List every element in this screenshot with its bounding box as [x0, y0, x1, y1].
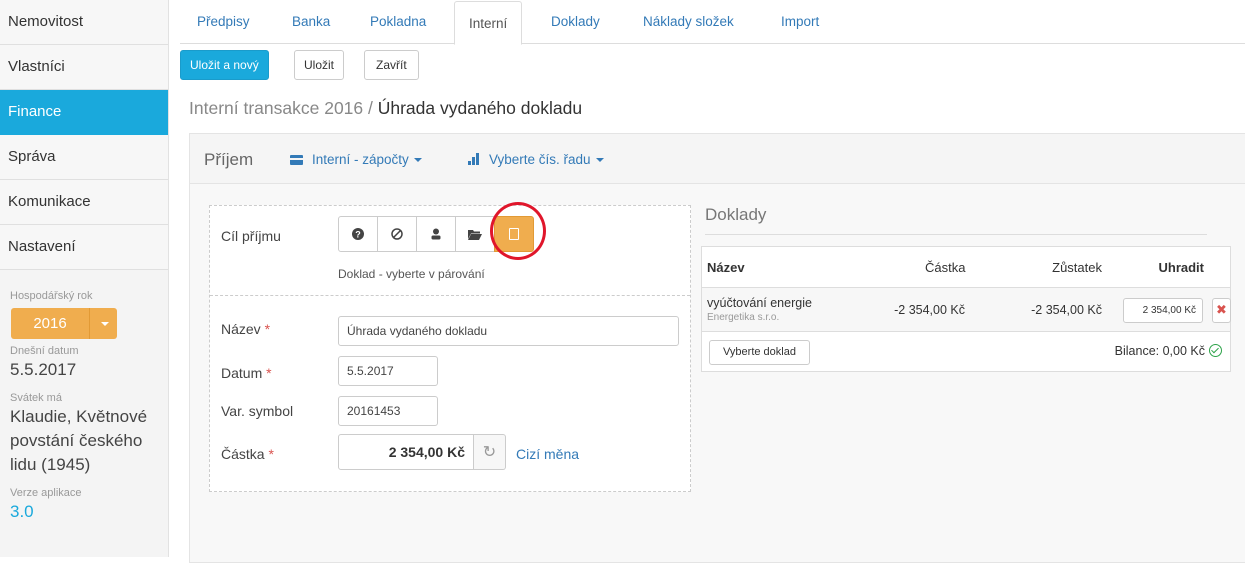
pay-amount-input[interactable]: 2 354,00 Kč	[1123, 298, 1203, 323]
tab-bar: Předpisy Banka Pokladna Interní Doklady …	[180, 0, 1245, 45]
tab-interni[interactable]: Interní	[454, 1, 523, 45]
amount-input[interactable]: 2 354,00 Kč	[338, 434, 474, 470]
folder-icon[interactable]	[455, 216, 495, 252]
target-selector[interactable]: ?	[338, 216, 534, 252]
column-header-balance: Zůstatek	[1052, 260, 1102, 275]
series-dropdown[interactable]: Vyberte čís. řadu	[468, 152, 604, 167]
tab-predpisy[interactable]: Předpisy	[197, 0, 250, 44]
fiscal-year-button[interactable]: 2016	[11, 308, 89, 339]
sidebar-item-komunikace[interactable]: Komunikace	[0, 180, 168, 225]
column-header-pay: Uhradit	[1158, 260, 1205, 275]
today-value: 5.5.2017	[10, 360, 77, 379]
variable-symbol-input[interactable]: 20161453	[338, 396, 438, 426]
page-title: Interní transakce 2016 / Úhrada vydaného…	[189, 98, 582, 119]
fiscal-year-label: Hospodářský rok	[10, 290, 93, 302]
documents-divider	[705, 234, 1207, 235]
user-icon[interactable]	[416, 216, 456, 252]
svg-text:?: ?	[355, 230, 361, 240]
tab-banka[interactable]: Banka	[292, 0, 330, 44]
income-form: Cíl příjmu ? Doklad - vyberte v párování…	[209, 202, 691, 492]
series-dropdown-label: Vyberte čís. řadu	[489, 152, 591, 167]
remove-icon[interactable]: ✖	[1212, 298, 1231, 323]
credit-card-icon	[290, 155, 303, 166]
panel-header: Příjem Interní - zápočty Vyberte čís. řa…	[190, 134, 1245, 184]
tab-naklady-slozek[interactable]: Náklady složek	[643, 0, 734, 44]
page-title-prefix: Interní transakce 2016 /	[189, 98, 378, 118]
required-mark: *	[264, 321, 271, 337]
caret-down-icon	[595, 158, 604, 163]
tab-import[interactable]: Import	[781, 0, 819, 44]
tab-doklady[interactable]: Doklady	[551, 0, 600, 44]
document-amount: -2 354,00 Kč	[894, 303, 965, 317]
form-divider	[210, 295, 690, 296]
balance-text: Bilance: 0,00 Kč	[1114, 344, 1205, 358]
nameday-label: Svátek má	[10, 392, 62, 404]
tab-pokladna[interactable]: Pokladna	[370, 0, 426, 44]
amount-field[interactable]: 2 354,00 Kč ↻	[338, 434, 506, 470]
sidebar-item-nastaveni[interactable]: Nastavení	[0, 225, 168, 270]
required-mark: *	[266, 365, 272, 381]
required-mark: *	[268, 446, 274, 462]
question-icon[interactable]: ?	[338, 216, 378, 252]
sidebar-item-vlastnici[interactable]: Vlastníci	[0, 45, 168, 90]
transaction-type-label: Příjem	[204, 150, 254, 169]
caret-down-icon	[413, 158, 422, 163]
account-dropdown-label: Interní - zápočty	[312, 152, 409, 167]
version-label: Verze aplikace	[10, 487, 82, 499]
today-label: Dnešní datum	[10, 345, 79, 357]
save-new-button[interactable]: Uložit a nový	[180, 50, 269, 80]
target-label: Cíl příjmu	[221, 228, 281, 244]
signal-bars-icon	[468, 153, 482, 165]
variable-symbol-label: Var. symbol	[221, 403, 294, 419]
column-header-name: Název	[707, 260, 745, 275]
name-label: Název *	[221, 321, 271, 337]
check-circle-icon	[1209, 344, 1222, 357]
target-hint: Doklad - vyberte v párování	[338, 267, 485, 281]
document-balance: -2 354,00 Kč	[1031, 303, 1102, 317]
sidebar-item-nemovitost[interactable]: Nemovitost	[0, 0, 168, 45]
version-value[interactable]: 3.0	[10, 500, 168, 524]
save-button[interactable]: Uložit	[294, 50, 345, 80]
foreign-currency-link[interactable]: Cizí měna	[516, 446, 579, 462]
page-title-main: Úhrada vydaného dokladu	[377, 98, 583, 118]
sidebar-info: Hospodářský rok 2016 Dnešní datum 5.5.20…	[0, 270, 168, 524]
sidebar-item-finance[interactable]: Finance	[0, 90, 168, 135]
account-dropdown[interactable]: Interní - zápočty	[290, 152, 422, 167]
balance-summary: Bilance: 0,00 Kč	[1115, 344, 1222, 358]
date-input[interactable]: 5.5.2017	[338, 356, 438, 386]
chevron-down-icon[interactable]	[89, 308, 117, 339]
table-row: vyúčtování energie Energetika s.r.o. -2 …	[702, 287, 1231, 332]
sidebar-item-sprava[interactable]: Správa	[0, 135, 168, 180]
name-input[interactable]: Úhrada vydaného dokladu	[338, 316, 679, 346]
close-button[interactable]: Zavřít	[364, 50, 419, 80]
document-company: Energetika s.r.o.	[707, 312, 780, 323]
fiscal-year-selector[interactable]: 2016	[11, 308, 117, 339]
nameday-value: Klaudie, Květnové povstání českého lidu …	[10, 407, 148, 474]
document-name: vyúčtování energie	[707, 296, 812, 310]
document-icon[interactable]	[494, 216, 534, 252]
column-header-amount: Částka	[925, 260, 966, 275]
date-label: Datum *	[221, 365, 272, 381]
amount-label: Částka *	[221, 446, 274, 462]
refresh-icon[interactable]: ↻	[474, 434, 506, 470]
select-document-button[interactable]: Vyberte doklad	[709, 340, 810, 365]
sidebar: Nemovitost Vlastníci Finance Správa Komu…	[0, 0, 169, 557]
documents-table: Název Částka Zůstatek Uhradit vyúčtování…	[701, 246, 1231, 372]
ban-icon[interactable]	[377, 216, 417, 252]
documents-title: Doklady	[705, 205, 767, 224]
